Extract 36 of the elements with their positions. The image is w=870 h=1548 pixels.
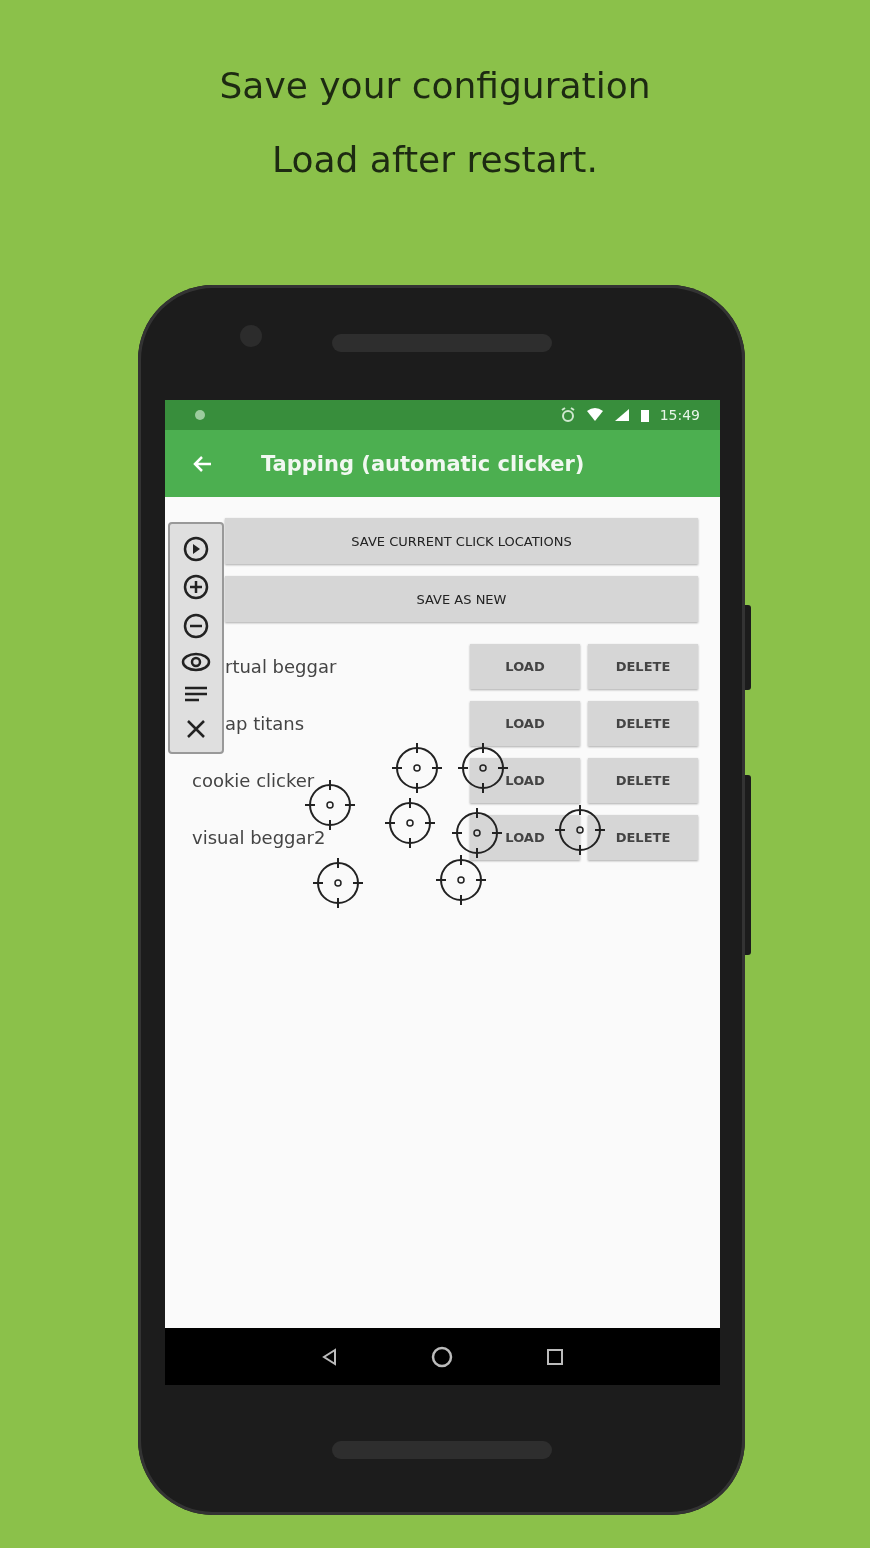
crosshair-icon[interactable] [435, 854, 487, 906]
config-name: visual beggar2 [192, 827, 327, 848]
load-button[interactable]: LOAD [470, 815, 580, 860]
config-name: rtual beggar [225, 656, 338, 677]
crosshair-icon[interactable] [554, 804, 606, 856]
battery-icon [639, 408, 650, 422]
crosshair-icon[interactable] [312, 857, 364, 909]
load-button[interactable]: LOAD [470, 644, 580, 689]
crosshair-icon[interactable] [451, 807, 503, 859]
remove-icon[interactable] [183, 612, 209, 639]
eye-icon[interactable] [181, 651, 211, 674]
status-time: 15:49 [659, 407, 700, 423]
config-name: ap titans [225, 713, 306, 734]
app-title: Tapping (automatic clicker) [261, 451, 585, 476]
headline: Save your configuration [219, 64, 651, 108]
notification-icon [193, 408, 207, 422]
delete-button[interactable]: DELETE [588, 815, 698, 860]
close-icon[interactable] [185, 717, 207, 740]
delete-button[interactable]: DELETE [588, 644, 698, 689]
crosshair-icon[interactable] [391, 742, 443, 794]
recents-icon[interactable] [544, 1346, 565, 1367]
config-name: cookie clicker [192, 770, 316, 791]
headline: Load after restart. [272, 138, 598, 182]
add-icon[interactable] [183, 574, 209, 601]
load-button[interactable]: LOAD [470, 758, 580, 803]
signal-icon [613, 408, 630, 422]
action-button[interactable]: SAVE CURRENT CLICK LOCATIONS [225, 518, 698, 564]
wifi-icon [585, 408, 604, 422]
load-button[interactable]: LOAD [470, 701, 580, 746]
action-button[interactable]: SAVE AS NEW [225, 576, 698, 622]
delete-button[interactable]: DELETE [588, 758, 698, 803]
delete-button[interactable]: DELETE [588, 701, 698, 746]
play-icon[interactable] [183, 536, 209, 563]
alarm-icon [559, 407, 576, 423]
home-icon[interactable] [430, 1344, 455, 1369]
crosshair-icon[interactable] [384, 797, 436, 849]
